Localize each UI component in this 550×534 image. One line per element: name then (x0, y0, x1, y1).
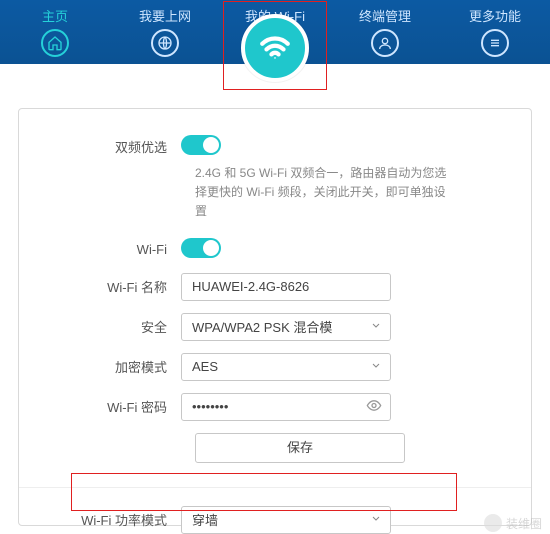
home-icon (41, 29, 69, 57)
row-wifi-switch: Wi-Fi (41, 238, 509, 261)
encrypt-select[interactable]: AES (181, 353, 391, 381)
watermark-text: 装维圈 (506, 515, 542, 532)
nav-label: 主页 (0, 6, 110, 25)
password-input[interactable] (181, 393, 391, 421)
row-power-mode: Wi-Fi 功率模式 穿墙 (41, 506, 509, 534)
nav-more[interactable]: 更多功能 (440, 0, 550, 64)
menu-icon (481, 29, 509, 57)
wifi-switch-label: Wi-Fi (41, 242, 181, 257)
power-mode-label: Wi-Fi 功率模式 (41, 510, 181, 529)
wifi-name-field[interactable] (192, 274, 362, 300)
encrypt-label: 加密模式 (41, 357, 181, 376)
row-encrypt: 加密模式 AES (41, 353, 509, 381)
nav-internet[interactable]: 我要上网 (110, 0, 220, 64)
wifi-name-input[interactable] (181, 273, 391, 301)
chevron-down-icon (370, 359, 382, 374)
divider (19, 487, 531, 488)
nav-home[interactable]: 主页 (0, 0, 110, 64)
wifi-hero-icon (241, 14, 309, 82)
chevron-down-icon (370, 319, 382, 334)
nav-label: 更多功能 (440, 6, 550, 25)
row-save: 保存 (195, 433, 509, 463)
row-wifi-name: Wi-Fi 名称 (41, 273, 509, 301)
security-value: WPA/WPA2 PSK 混合模 (192, 317, 332, 336)
wifi-name-label: Wi-Fi 名称 (41, 277, 181, 296)
eye-icon[interactable] (366, 397, 382, 416)
user-icon (371, 29, 399, 57)
wechat-icon (484, 514, 502, 532)
settings-panel: 双频优选 2.4G 和 5G Wi-Fi 双频合一，路由器自动为您选择更快的 W… (18, 108, 532, 526)
encrypt-value: AES (192, 359, 218, 374)
watermark: 装维圈 (484, 514, 542, 532)
security-label: 安全 (41, 317, 181, 336)
power-mode-select[interactable]: 穿墙 (181, 506, 391, 534)
row-password: Wi-Fi 密码 (41, 393, 509, 421)
nav-clients[interactable]: 终端管理 (330, 0, 440, 64)
password-field[interactable] (192, 394, 362, 420)
dualband-description: 2.4G 和 5G Wi-Fi 双频合一，路由器自动为您选择更快的 Wi-Fi … (195, 164, 455, 222)
nav-label: 终端管理 (330, 6, 440, 25)
save-button[interactable]: 保存 (195, 433, 405, 463)
row-dualband: 双频优选 (41, 135, 509, 158)
security-select[interactable]: WPA/WPA2 PSK 混合模 (181, 313, 391, 341)
globe-icon (151, 29, 179, 57)
nav-label: 我要上网 (110, 6, 220, 25)
password-label: Wi-Fi 密码 (41, 397, 181, 416)
chevron-down-icon (370, 512, 382, 527)
power-mode-value: 穿墙 (192, 510, 218, 529)
row-security: 安全 WPA/WPA2 PSK 混合模 (41, 313, 509, 341)
dualband-label: 双频优选 (41, 137, 181, 156)
wifi-toggle[interactable] (181, 238, 221, 258)
dualband-toggle[interactable] (181, 135, 221, 155)
